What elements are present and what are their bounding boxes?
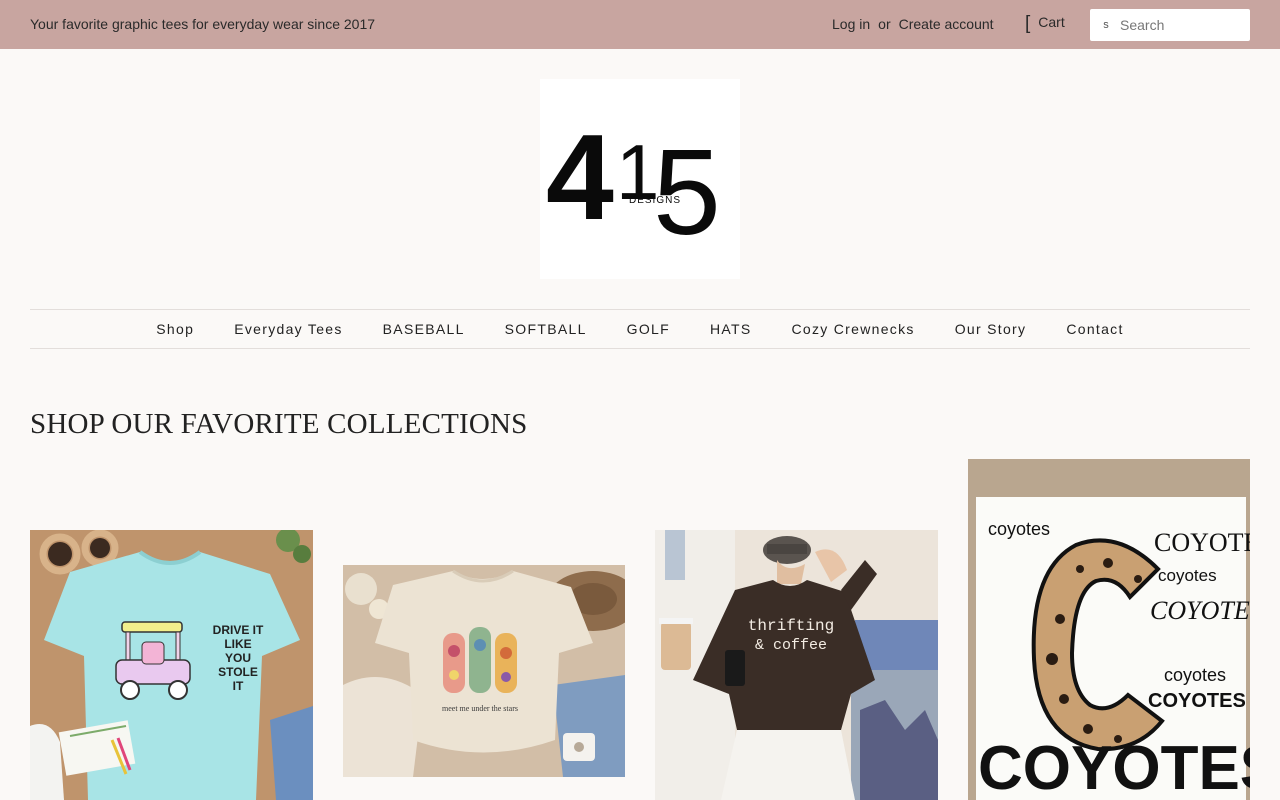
golf-shirt-line-2: LIKE xyxy=(224,637,251,651)
logo-digit-4: 4 xyxy=(546,109,614,245)
nav-item-shop[interactable]: Shop xyxy=(136,321,214,337)
nav-item-contact[interactable]: Contact xyxy=(1046,321,1143,337)
coyotes-line-2: COYOTES xyxy=(1154,528,1250,557)
coyotes-line-3: coyotes xyxy=(1158,566,1217,585)
cart-label: Cart xyxy=(1038,14,1065,30)
golf-shirt-line-4: STOLE xyxy=(218,665,258,679)
golf-shirt-line-1: DRIVE IT xyxy=(213,623,264,637)
crewneck-line-1: thrifting xyxy=(748,617,834,635)
announcement-bar: Your favorite graphic tees for everyday … xyxy=(0,0,1280,49)
collection-card-cozy-crewnecks[interactable]: thrifting & coffee xyxy=(655,530,938,800)
nav-item-hats[interactable]: HATS xyxy=(690,321,772,337)
cart-icon: [ xyxy=(1025,13,1031,34)
logo-mark: 4 1 5 DESIGNS xyxy=(546,109,721,260)
coyotes-line-1: coyotes xyxy=(988,519,1050,539)
everyday-shirt-line-1: meet me under the stars xyxy=(442,704,518,713)
golf-tee-collection-image: DRIVE IT LIKE YOU STOLE IT xyxy=(30,530,313,800)
store-tagline: Your favorite graphic tees for everyday … xyxy=(30,16,376,32)
nav-item-cozy-crewnecks[interactable]: Cozy Crewnecks xyxy=(771,321,934,337)
cart-link[interactable]: [ Cart xyxy=(1025,13,1065,34)
logo-digit-5: 5 xyxy=(653,124,721,260)
nav-item-baseball[interactable]: BASEBALL xyxy=(363,321,485,337)
collection-card-everyday-tees[interactable]: meet me under the stars xyxy=(343,565,625,777)
collection-card-golf[interactable]: DRIVE IT LIKE YOU STOLE IT xyxy=(30,530,313,800)
account-links: Log in or Create account xyxy=(832,16,994,32)
nav-item-golf[interactable]: GOLF xyxy=(607,321,690,337)
nav-item-everyday-tees[interactable]: Everyday Tees xyxy=(214,321,362,337)
coyotes-collection-image: coyotes COYOTES coyotes COYOTES coyotes … xyxy=(968,459,1250,800)
crewneck-line-2: & coffee xyxy=(755,637,827,654)
search-box[interactable]: s xyxy=(1090,9,1250,41)
search-input[interactable] xyxy=(1120,17,1240,33)
everyday-tee-collection-image: meet me under the stars xyxy=(343,565,625,777)
main-nav: Shop Everyday Tees BASEBALL SOFTBALL GOL… xyxy=(30,309,1250,349)
coyotes-line-4: COYOTES xyxy=(1150,596,1250,625)
logo-subtitle: DESIGNS xyxy=(629,195,681,206)
search-icon[interactable]: s xyxy=(1090,19,1120,31)
login-link[interactable]: Log in xyxy=(832,16,870,32)
coyotes-line-5: coyotes xyxy=(1164,665,1226,685)
section-title: SHOP OUR FAVORITE COLLECTIONS xyxy=(30,408,528,440)
golf-shirt-line-5: IT xyxy=(233,679,244,693)
collection-card-coyotes[interactable]: coyotes COYOTES coyotes COYOTES coyotes … xyxy=(968,459,1250,800)
crewneck-collection-image: thrifting & coffee xyxy=(655,530,938,800)
create-account-link[interactable]: Create account xyxy=(899,16,994,32)
coyotes-line-6: COYOTES xyxy=(1148,690,1246,712)
nav-item-softball[interactable]: SOFTBALL xyxy=(485,321,607,337)
coyotes-big-word: COYOTES xyxy=(978,734,1250,800)
or-separator: or xyxy=(878,16,891,32)
golf-shirt-line-3: YOU xyxy=(225,651,251,665)
store-logo[interactable]: 4 1 5 DESIGNS xyxy=(540,79,740,279)
nav-item-our-story[interactable]: Our Story xyxy=(935,321,1047,337)
